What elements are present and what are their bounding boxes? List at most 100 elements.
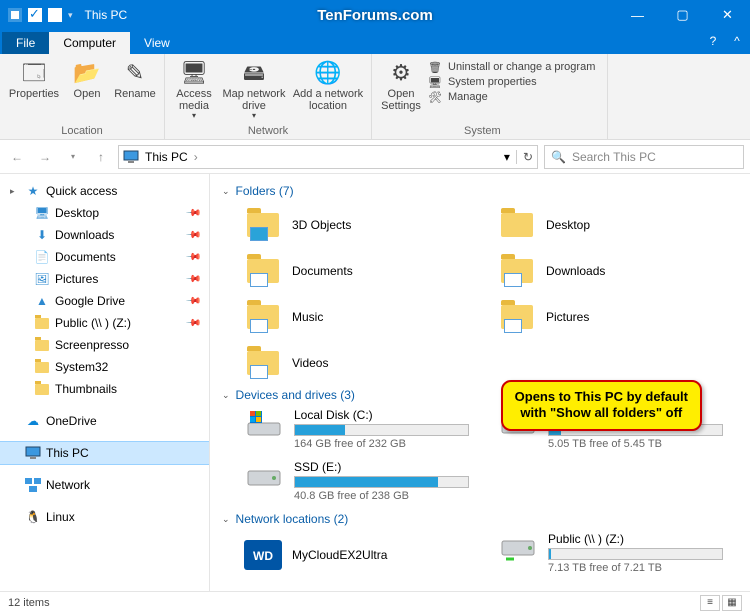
map-drive-icon: 🖴 (239, 60, 269, 86)
crumb-sep[interactable]: › (194, 150, 198, 164)
folder-icon (34, 337, 50, 353)
qat-icon[interactable] (8, 8, 22, 22)
tree-item[interactable]: ⬇Downloads📌 (0, 224, 209, 246)
drive-item[interactable]: SSD (E:) 40.8 GB free of 238 GB (244, 460, 488, 508)
netloc-header[interactable]: ⌄Network locations (2) (222, 512, 742, 526)
forward-button[interactable]: → (34, 146, 56, 168)
tree-item-label: Documents (55, 250, 116, 264)
netloc-name: MyCloudEX2Ultra (292, 548, 387, 562)
quick-access-node[interactable]: ▸★Quick access (0, 180, 209, 202)
folder-item[interactable]: Videos (244, 342, 488, 384)
folder-item[interactable]: Pictures (498, 296, 742, 338)
tree-item[interactable]: 🖥Desktop📌 (0, 202, 209, 224)
computer-tab[interactable]: Computer (49, 32, 130, 54)
folder-name: Desktop (546, 218, 590, 232)
search-box[interactable]: 🔍 Search This PC (544, 145, 744, 169)
qat-item[interactable] (48, 8, 62, 22)
drive-free: 5.05 TB free of 5.45 TB (548, 438, 742, 450)
minimize-button[interactable]: — (615, 0, 660, 30)
network-node[interactable]: Network (0, 474, 209, 496)
breadcrumb[interactable]: This PC (145, 150, 188, 164)
tree-item-label: Public (\\ ) (Z:) (55, 316, 131, 330)
folder-item[interactable]: Desktop (498, 204, 742, 246)
details-view-button[interactable]: ≡ (700, 595, 720, 611)
drive-free: 7.13 TB free of 7.21 TB (548, 562, 742, 574)
window-title: This PC (81, 8, 128, 22)
help-button[interactable]: ^ (724, 30, 750, 52)
tree-item-label: System32 (55, 360, 108, 374)
manage-button[interactable]: 🛠Manage (428, 90, 595, 104)
recent-dropdown[interactable]: ▾ (62, 146, 84, 168)
folder-item[interactable]: Documents (244, 250, 488, 292)
map-drive-button[interactable]: 🖴Map network drive▾ (219, 58, 289, 123)
help-icon[interactable]: ? (700, 30, 726, 52)
network-location-item[interactable]: WD MyCloudEX2Ultra (244, 532, 488, 578)
item-count: 12 items (8, 597, 50, 609)
drive-free: 164 GB free of 232 GB (294, 438, 488, 450)
tree-item-label: Thumbnails (55, 382, 117, 396)
tree-item-label: Pictures (55, 272, 98, 286)
tree-item-label: Downloads (55, 228, 114, 242)
settings-icon: ⚙ (386, 60, 416, 86)
tree-item[interactable]: Screenpresso (0, 334, 209, 356)
uninstall-icon: 🗑 (428, 60, 442, 74)
group-label: System (424, 123, 601, 137)
search-placeholder: Search This PC (572, 150, 656, 164)
access-media-button[interactable]: 🖥Access media▾ (171, 58, 217, 123)
drive-icon (244, 408, 284, 440)
view-tab[interactable]: View (130, 32, 184, 54)
nas-icon: WD (244, 540, 282, 570)
tree-item-label: Screenpresso (55, 338, 129, 352)
rename-button[interactable]: ✎Rename (112, 58, 158, 102)
folder-name: Music (292, 310, 323, 324)
tree-item[interactable]: Public (\\ ) (Z:)📌 (0, 312, 209, 334)
qat-dropdown-icon[interactable]: ▾ (68, 10, 73, 21)
ribbon-tabs: File Computer View ^ ? (0, 30, 750, 54)
properties-icon: 🗔 (19, 60, 49, 86)
uninstall-button[interactable]: 🗑Uninstall or change a program (428, 60, 595, 74)
icons-view-button[interactable]: ▦ (722, 595, 742, 611)
folder-name: Videos (292, 356, 328, 370)
add-location-button[interactable]: 🌐Add a network location (291, 58, 365, 123)
chevron-down-icon: ⌄ (222, 390, 230, 401)
tree-item[interactable]: 🖼Pictures📌 (0, 268, 209, 290)
folder-icon (244, 299, 282, 335)
file-tab[interactable]: File (2, 32, 49, 54)
tree-item[interactable]: System32 (0, 356, 209, 378)
this-pc-icon (123, 150, 139, 164)
open-settings-button[interactable]: ⚙Open Settings (378, 58, 424, 114)
close-button[interactable]: ✕ (705, 0, 750, 30)
qat-checkbox[interactable]: ✓ (28, 8, 42, 22)
linux-node[interactable]: 🐧Linux (0, 506, 209, 528)
addr-dropdown-icon[interactable]: ▾ (504, 150, 510, 164)
folders-header[interactable]: ⌄Folders (7) (222, 184, 742, 198)
pin-icon: 📌 (184, 271, 201, 288)
tree-item[interactable]: ▲Google Drive📌 (0, 290, 209, 312)
folder-item[interactable]: Music (244, 296, 488, 338)
maximize-button[interactable]: ▢ (660, 0, 705, 30)
network-drive-item[interactable]: Public (\\ ) (Z:) 7.13 TB free of 7.21 T… (498, 532, 742, 580)
tree-item[interactable]: Thumbnails (0, 378, 209, 400)
folder-item[interactable]: 3D Objects (244, 204, 488, 246)
up-button[interactable]: ↑ (90, 146, 112, 168)
folder-icon (34, 381, 50, 397)
folder-item[interactable]: Downloads (498, 250, 742, 292)
properties-button[interactable]: 🗔Properties (6, 58, 62, 102)
chevron-down-icon: ⌄ (222, 514, 230, 525)
folder-name: Downloads (546, 264, 605, 278)
back-button[interactable]: ← (6, 146, 28, 168)
refresh-button[interactable]: ↻ (516, 150, 533, 164)
this-pc-node[interactable]: This PC (0, 442, 209, 464)
address-bar[interactable]: This PC › ▾ ↻ (118, 145, 538, 169)
folder-icon (244, 207, 282, 243)
open-button[interactable]: 📂Open (64, 58, 110, 102)
onedrive-node[interactable]: ☁OneDrive (0, 410, 209, 432)
drive-free: 40.8 GB free of 238 GB (294, 490, 488, 502)
tree-item[interactable]: 📄Documents📌 (0, 246, 209, 268)
manage-icon: 🛠 (428, 90, 442, 104)
network-drive-icon (498, 532, 538, 564)
sysprops-icon: 🖥 (428, 75, 442, 89)
system-properties-button[interactable]: 🖥System properties (428, 75, 595, 89)
folder-name: Documents (292, 264, 353, 278)
drive-item[interactable]: Local Disk (C:) 164 GB free of 232 GB (244, 408, 488, 456)
